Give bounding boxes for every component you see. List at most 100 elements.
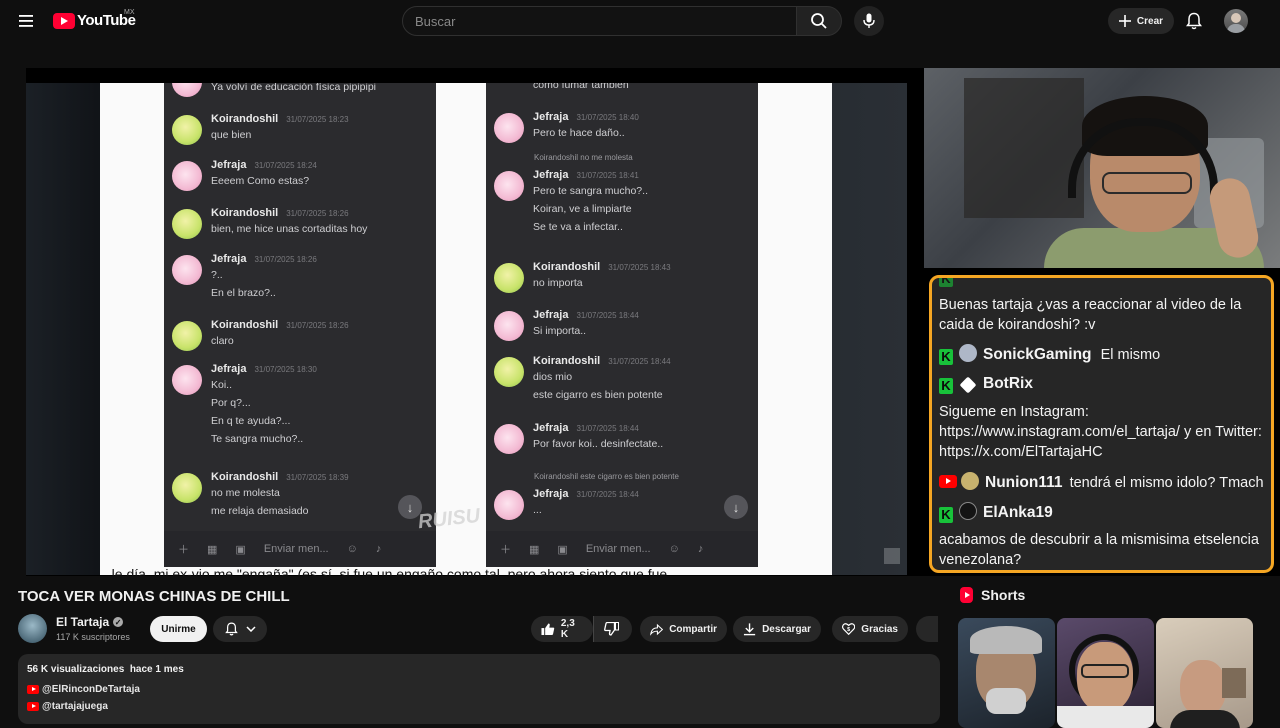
message-text: Por q?...: [211, 397, 251, 409]
more-actions-button[interactable]: [916, 616, 938, 642]
account-avatar[interactable]: [1224, 9, 1248, 33]
short-thumbnail[interactable]: [1057, 618, 1154, 728]
channel-avatar[interactable]: [18, 614, 47, 643]
message-time: 31/07/2025 18:26: [254, 255, 317, 264]
avatar: [959, 344, 977, 362]
message-text: Koiran, ve a limpiarte: [533, 203, 632, 215]
message-input-bar: ＋ ▦ ▣ Enviar men... ☺ ♪: [486, 531, 758, 567]
channel-link[interactable]: @ElRinconDeTartaja: [27, 684, 140, 695]
chat-message: K ElAnka19: [939, 502, 1053, 523]
search-input[interactable]: Buscar: [402, 6, 797, 36]
scroll-down-icon: ↓: [724, 495, 748, 519]
plus-icon: ＋: [500, 544, 511, 556]
mic-icon: [863, 13, 875, 28]
avatar: [172, 83, 202, 97]
chat-username: ElAnka19: [983, 504, 1053, 521]
avatar: [961, 472, 979, 490]
dislike-button[interactable]: [593, 616, 632, 642]
message-text: Pero te hace daño..: [533, 127, 625, 139]
notifications-button[interactable]: [1182, 9, 1206, 33]
like-count: 2,3 K: [560, 618, 575, 640]
thumbs-down-icon: [604, 622, 619, 636]
thanks-button[interactable]: $ Gracias: [832, 616, 908, 642]
video-player[interactable]: Ya volví de educación física pipipipi Ko…: [26, 68, 1280, 576]
message-author: Koirandoshil 31/07/2025 18:23: [211, 113, 349, 125]
message-author: Jefraja 31/07/2025 18:40: [533, 111, 639, 123]
chat-message: Buenas tartaja ¿vas a reaccionar al vide…: [939, 297, 1242, 333]
chat-username: BotRix: [983, 375, 1033, 392]
grid-icon: ▦: [529, 543, 540, 556]
chat-message: K BotRix: [939, 374, 1033, 394]
message-time: 31/07/2025 18:30: [254, 365, 317, 374]
author-name: Jefraja: [211, 363, 247, 375]
join-button[interactable]: Unirme: [150, 616, 207, 642]
region-label: MX: [124, 9, 135, 16]
caption-text: ...le día, mi ex-vio me "engaña" (es sí,…: [100, 567, 679, 576]
fullscreen-corner-icon: [884, 548, 900, 564]
youtube-icon: [27, 685, 39, 694]
subscribe-notifications-button[interactable]: [213, 616, 267, 642]
voice-search-button[interactable]: [854, 6, 884, 36]
chat-message: Nunion111 tendrá el mismo idolo? Tmach: [939, 472, 1264, 493]
reply-preview: Koirandoshil este cigarro es bien potent…: [534, 472, 679, 481]
mic-icon: ♪: [697, 543, 704, 555]
message-time: 31/07/2025 18:43: [608, 263, 671, 272]
channel-link[interactable]: @tartajajuega: [27, 701, 108, 712]
short-thumbnail[interactable]: [1156, 618, 1253, 728]
author-name: Jefraja: [533, 111, 569, 123]
bell-icon: [224, 622, 238, 636]
author-name: Jefraja: [211, 253, 247, 265]
view-stats: 56 K visualizaciones hace 1 mes: [27, 664, 184, 675]
svg-text:$: $: [847, 627, 850, 633]
download-icon: [743, 623, 756, 636]
share-button[interactable]: Compartir: [640, 616, 727, 642]
message-time: 31/07/2025 18:41: [576, 171, 639, 180]
channel-name[interactable]: El Tartaja ✓: [56, 615, 124, 629]
like-button[interactable]: 2,3 K: [531, 616, 593, 642]
avatar: [494, 357, 524, 387]
message-author: Jefraja 31/07/2025 18:44: [533, 309, 639, 321]
author-name: Jefraja: [533, 169, 569, 181]
message-input-bar: ＋ ▦ ▣ Enviar men... ☺ ♪: [164, 531, 436, 567]
message-time: 31/07/2025 18:44: [576, 424, 639, 433]
emoji-icon: ☺: [668, 543, 680, 555]
short-thumbnail[interactable]: [958, 618, 1055, 728]
chat-screenshot-left: Ya volví de educación física pipipipi Ko…: [164, 83, 436, 567]
chat-message: acabamos de descubrir a la mismisima ets…: [939, 532, 1259, 568]
kick-icon: K: [939, 349, 953, 365]
kick-icon: K: [939, 378, 953, 394]
menu-icon[interactable]: [14, 10, 38, 32]
message-text: Por favor koi.. desinfectate..: [533, 438, 664, 450]
message-author: Jefraja 31/07/2025 18:26: [211, 253, 317, 265]
avatar: [494, 113, 524, 143]
mic-icon: ♪: [375, 543, 382, 555]
message-text: Eeeem Como estas?: [211, 175, 310, 187]
chat-text: tendrá el mismo idolo? Tmach: [1069, 475, 1264, 491]
search-icon: [811, 13, 827, 29]
message-placeholder: Enviar men...: [263, 543, 329, 555]
youtube-icon: [27, 702, 39, 711]
message-text: Koi..: [211, 379, 233, 391]
avatar: [172, 365, 202, 395]
message-time: 31/07/2025 18:26: [286, 209, 349, 218]
search-button[interactable]: [796, 6, 842, 36]
description-box[interactable]: 56 K visualizaciones hace 1 mes @ElRinco…: [18, 654, 940, 724]
avatar: [494, 311, 524, 341]
reply-preview: Koirandoshil no me molesta: [534, 153, 633, 162]
author-name: Koirandoshil: [211, 319, 279, 331]
subscriber-count: 117 K suscriptores: [56, 632, 130, 642]
message-time: 31/07/2025 18:44: [576, 311, 639, 320]
message-author: Koirandoshil 31/07/2025 18:43: [533, 261, 671, 273]
author-name: Koirandoshil: [533, 261, 601, 273]
download-button[interactable]: Descargar: [733, 616, 821, 642]
author-name: Jefraja: [533, 488, 569, 500]
author-name: Koirandoshil: [211, 207, 279, 219]
grid-icon: ▦: [207, 543, 218, 556]
create-button[interactable]: Crear: [1108, 8, 1174, 34]
message-text: que bien: [211, 129, 252, 141]
message-time: 31/07/2025 18:23: [286, 115, 349, 124]
message-text: como fumar también: [533, 83, 629, 91]
message-text: este cigarro es bien potente: [533, 389, 663, 401]
message-author: Jefraja 31/07/2025 18:44: [533, 488, 639, 500]
message-text: no me molesta: [211, 487, 280, 499]
